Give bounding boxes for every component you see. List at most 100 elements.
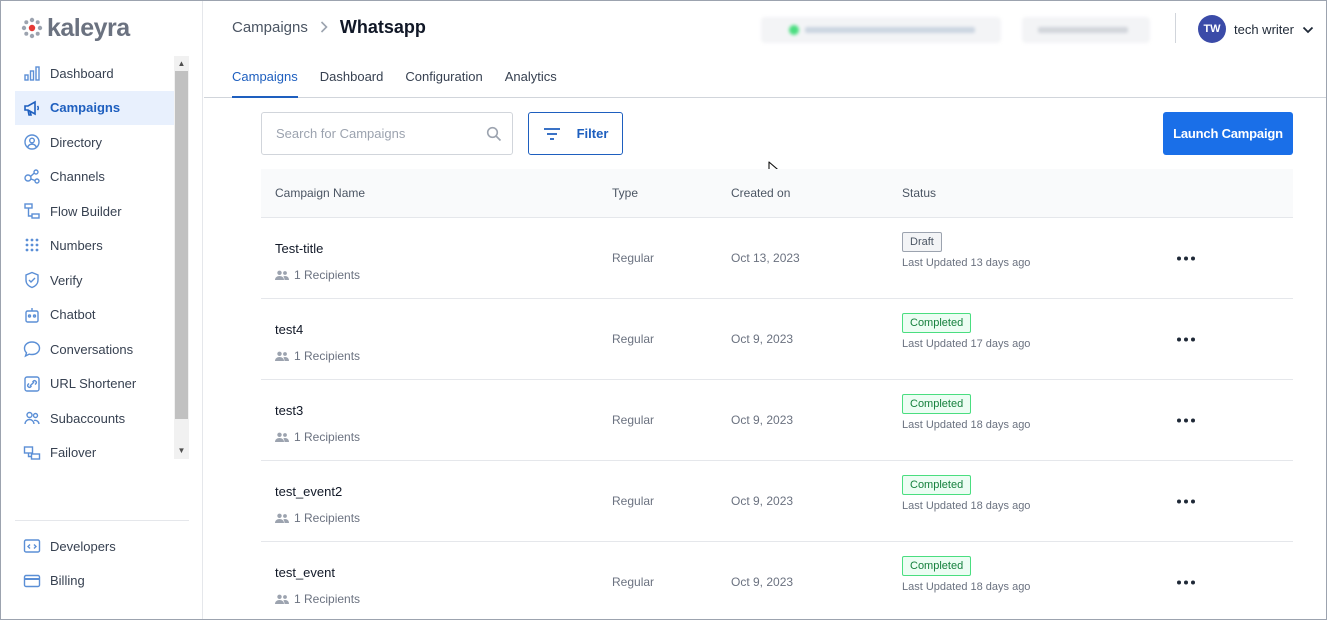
campaign-name[interactable]: test4 <box>275 322 303 337</box>
sidebar-item-subaccounts[interactable]: Subaccounts <box>15 401 175 436</box>
page-title: Whatsapp <box>339 17 426 37</box>
campaign-name[interactable]: test_event <box>275 565 335 580</box>
sidebar-item-label: URL Shortener <box>50 376 137 392</box>
tab-dashboard[interactable]: Dashboard <box>320 59 384 98</box>
sidebar-item-numbers[interactable]: Numbers <box>15 229 175 264</box>
table-row[interactable]: test3 1 Recipients Regular Oct 9, 2023 C… <box>261 380 1293 461</box>
status-badge: Draft <box>902 232 942 252</box>
sidebar-item-label: Conversations <box>50 341 134 357</box>
column-header-campaign-name[interactable]: Campaign Name <box>275 186 365 200</box>
brand-name: kaleyra <box>47 13 130 42</box>
recipients-count: 1 Recipients <box>275 592 360 606</box>
app-window: kaleyra Dashboard Campaigns Directory Ch… <box>0 0 1327 620</box>
robot-icon <box>22 305 42 325</box>
search-icon[interactable] <box>486 126 502 142</box>
sidebar-item-label: Numbers <box>50 238 103 254</box>
recipients-label: 1 Recipients <box>294 349 361 363</box>
more-actions-icon[interactable] <box>1173 248 1199 268</box>
filter-label: Filter <box>576 126 609 141</box>
sidebar-scroll-thumb[interactable] <box>175 71 188 419</box>
tab-configuration[interactable]: Configuration <box>405 59 482 98</box>
column-header-created-on[interactable]: Created on <box>731 186 790 200</box>
sidebar-item-failover[interactable]: Failover <box>15 436 175 471</box>
sidebar-item-label: Directory <box>50 134 103 150</box>
recipients-count: 1 Recipients <box>275 268 360 282</box>
sidebar-divider <box>15 520 189 521</box>
tab-bar: Campaigns Dashboard Configuration Analyt… <box>232 59 579 98</box>
breadcrumb: Campaigns Whatsapp <box>232 17 426 38</box>
sidebar-item-dashboard[interactable]: Dashboard <box>15 56 175 91</box>
recipients-label: 1 Recipients <box>294 430 361 444</box>
dialpad-icon <box>22 236 42 256</box>
recipients-count: 1 Recipients <box>275 511 360 525</box>
status-dot-icon <box>789 25 799 35</box>
column-header-status[interactable]: Status <box>902 186 936 200</box>
sidebar-item-verify[interactable]: Verify <box>15 263 175 298</box>
sidebar-item-flow-builder[interactable]: Flow Builder <box>15 194 175 229</box>
sidebar-item-conversations[interactable]: Conversations <box>15 332 175 367</box>
column-header-type[interactable]: Type <box>612 186 638 200</box>
sidebar-item-label: Billing <box>50 573 85 589</box>
contact-icon <box>22 132 42 152</box>
more-actions-icon[interactable] <box>1173 572 1199 592</box>
link-icon <box>22 374 42 394</box>
users-icon <box>22 408 42 428</box>
table-row[interactable]: Test-title 1 Recipients Regular Oct 13, … <box>261 218 1293 299</box>
blurred-text <box>805 27 975 33</box>
sidebar-item-channels[interactable]: Channels <box>15 160 175 195</box>
sidebar-item-label: Verify <box>50 272 83 288</box>
filter-button[interactable]: Filter <box>528 112 623 155</box>
sidebar-item-label: Subaccounts <box>50 410 126 426</box>
sidebar-item-campaigns[interactable]: Campaigns <box>15 90 175 125</box>
failover-icon <box>22 443 42 463</box>
brand-logo[interactable]: kaleyra <box>21 13 130 43</box>
people-icon <box>275 351 289 361</box>
campaign-type: Regular <box>612 575 655 589</box>
recipients-label: 1 Recipients <box>294 592 361 606</box>
sidebar-item-directory[interactable]: Directory <box>15 125 175 160</box>
table-header: Campaign Name Type Created on Status <box>261 169 1293 218</box>
campaign-name[interactable]: test_event2 <box>275 484 342 499</box>
bar-chart-icon <box>22 63 42 83</box>
sidebar-item-chatbot[interactable]: Chatbot <box>15 298 175 333</box>
blurred-balance[interactable] <box>1022 17 1150 43</box>
blurred-account-selector[interactable] <box>761 17 1001 43</box>
sidebar-item-label: Failover <box>50 445 97 461</box>
tab-analytics[interactable]: Analytics <box>505 59 557 98</box>
sidebar-item-billing[interactable]: Billing <box>15 564 175 599</box>
user-name: tech writer <box>1234 21 1294 37</box>
sidebar-item-developers[interactable]: Developers <box>15 529 175 564</box>
last-updated: Last Updated 18 days ago <box>902 419 1031 431</box>
chevron-right-icon <box>320 20 328 36</box>
table-row[interactable]: test_event 1 Recipients Regular Oct 9, 2… <box>261 542 1293 619</box>
sidebar-item-url-shortener[interactable]: URL Shortener <box>15 367 175 402</box>
more-actions-icon[interactable] <box>1173 410 1199 430</box>
tab-campaigns[interactable]: Campaigns <box>232 59 298 98</box>
sidebar-item-label: Channels <box>50 169 105 185</box>
sidebar-scrollbar[interactable]: ▲ ▼ <box>174 56 189 459</box>
user-menu[interactable]: TW tech writer <box>1198 15 1314 43</box>
last-updated: Last Updated 13 days ago <box>902 257 1031 269</box>
search-input[interactable] <box>262 113 512 154</box>
avatar: TW <box>1198 15 1226 43</box>
campaign-type: Regular <box>612 332 655 346</box>
recipients-count: 1 Recipients <box>275 430 360 444</box>
scroll-up-arrow-icon[interactable]: ▲ <box>174 57 189 71</box>
table-row[interactable]: test_event2 1 Recipients Regular Oct 9, … <box>261 461 1293 542</box>
campaign-name[interactable]: test3 <box>275 403 303 418</box>
search-box <box>261 112 513 155</box>
people-icon <box>275 513 289 523</box>
breadcrumb-campaigns-link[interactable]: Campaigns <box>232 19 308 36</box>
more-actions-icon[interactable] <box>1173 491 1199 511</box>
people-icon <box>275 594 289 604</box>
launch-campaign-button[interactable]: Launch Campaign <box>1163 112 1293 155</box>
chevron-down-icon[interactable] <box>1302 23 1314 35</box>
more-actions-icon[interactable] <box>1173 329 1199 349</box>
sidebar-item-label: Developers <box>50 538 116 554</box>
campaign-type: Regular <box>612 251 655 265</box>
table-row[interactable]: test4 1 Recipients Regular Oct 9, 2023 C… <box>261 299 1293 380</box>
scroll-down-arrow-icon[interactable]: ▼ <box>174 444 189 458</box>
header-divider <box>1175 13 1176 43</box>
last-updated: Last Updated 18 days ago <box>902 500 1031 512</box>
campaign-name[interactable]: Test-title <box>275 241 323 256</box>
